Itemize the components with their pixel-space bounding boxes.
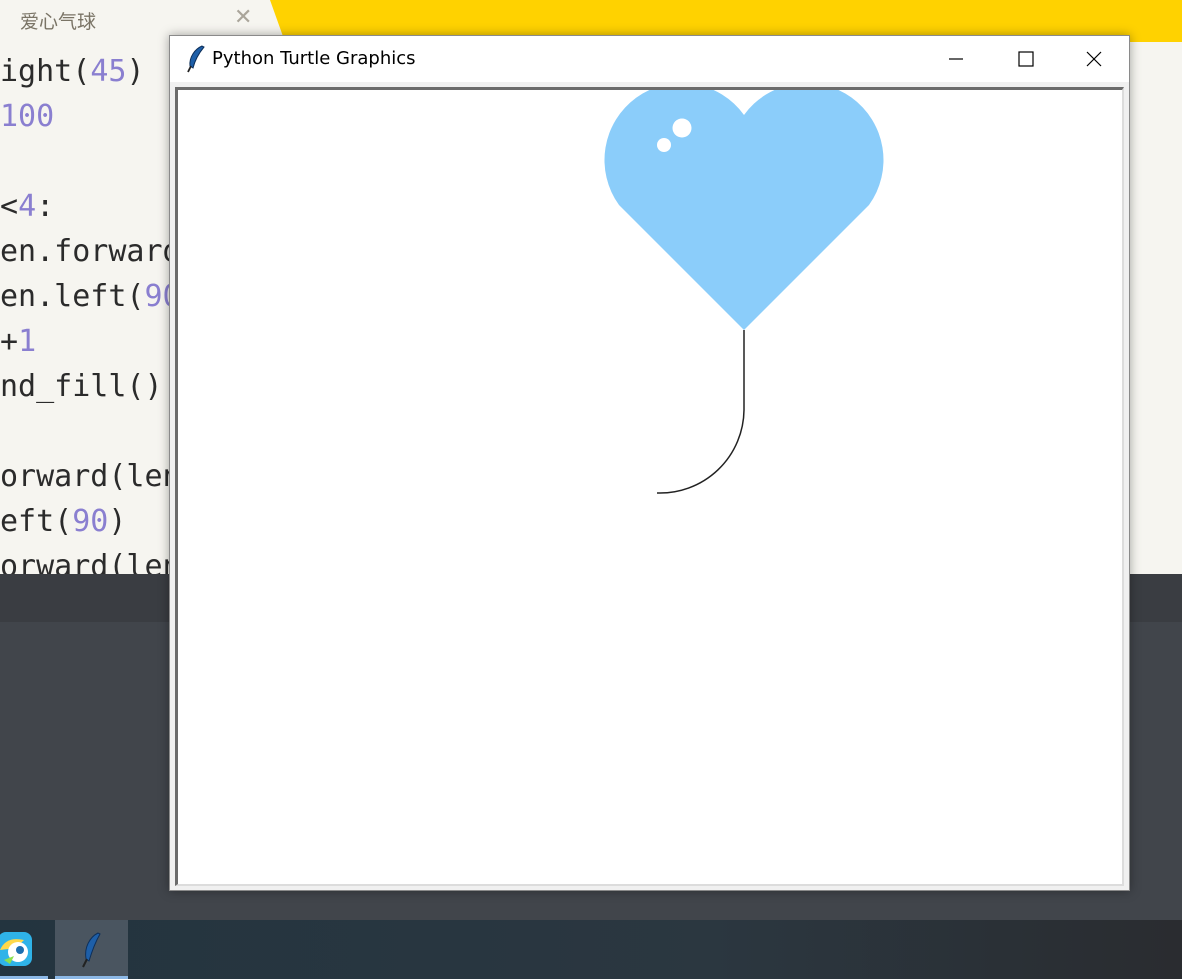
window-titlebar[interactable]: Python Turtle Graphics: [170, 36, 1129, 82]
taskbar-app-bird[interactable]: [0, 920, 48, 979]
code-line: 100: [0, 94, 54, 139]
heart-balloon: [604, 90, 884, 330]
code-token: 100: [0, 99, 55, 134]
code-line: nd_fill(): [0, 364, 163, 409]
code-token: ): [126, 54, 145, 89]
code-line: en.forward: [0, 229, 181, 274]
code-token: 4: [18, 189, 37, 224]
code-token: en.forward: [0, 234, 181, 269]
turtle-window: Python Turtle Graphics: [169, 35, 1130, 891]
code-token: en.left(: [0, 279, 145, 314]
tab-close-icon[interactable]: ✕: [234, 5, 252, 30]
bird-app-icon: [0, 932, 32, 966]
close-icon: [1086, 51, 1102, 67]
balloon-highlight-small: [657, 138, 671, 152]
code-token: eft(: [0, 504, 73, 539]
code-token: ): [108, 504, 127, 539]
code-line: +1: [0, 319, 36, 364]
code-line: eft(90): [0, 499, 126, 544]
code-line: orward(len: [0, 454, 181, 499]
close-button[interactable]: [1059, 36, 1129, 82]
maximize-icon: [1018, 51, 1034, 67]
feather-icon: [82, 932, 101, 968]
code-token: ight(: [0, 54, 91, 89]
code-token: :: [36, 189, 55, 224]
code-token: +: [0, 324, 19, 359]
code-token: 45: [90, 54, 127, 89]
taskbar: [0, 920, 1182, 979]
window-title: Python Turtle Graphics: [212, 48, 416, 69]
code-token: 1: [18, 324, 37, 359]
code-token: orward(len: [0, 549, 181, 574]
code-line: ight(45): [0, 49, 145, 94]
code-token: nd_fill(): [0, 369, 163, 404]
editor-tab-label: 爱心气球: [20, 11, 97, 33]
balloon-string: [656, 330, 745, 494]
taskbar-app-turtle[interactable]: [55, 920, 128, 979]
code-line: en.left(90: [0, 274, 181, 319]
code-token: orward(len: [0, 459, 181, 494]
turtle-drawing: [604, 90, 884, 494]
turtle-canvas[interactable]: [175, 87, 1124, 886]
maximize-button[interactable]: [991, 36, 1061, 82]
feather-icon: [187, 45, 205, 73]
code-line: <4:: [0, 184, 54, 229]
minimize-icon: [949, 58, 963, 60]
code-token: <: [0, 189, 19, 224]
minimize-button[interactable]: [921, 36, 991, 82]
balloon-highlight-large: [672, 118, 692, 138]
code-line: orward(len: [0, 544, 181, 574]
code-token: 90: [72, 504, 109, 539]
